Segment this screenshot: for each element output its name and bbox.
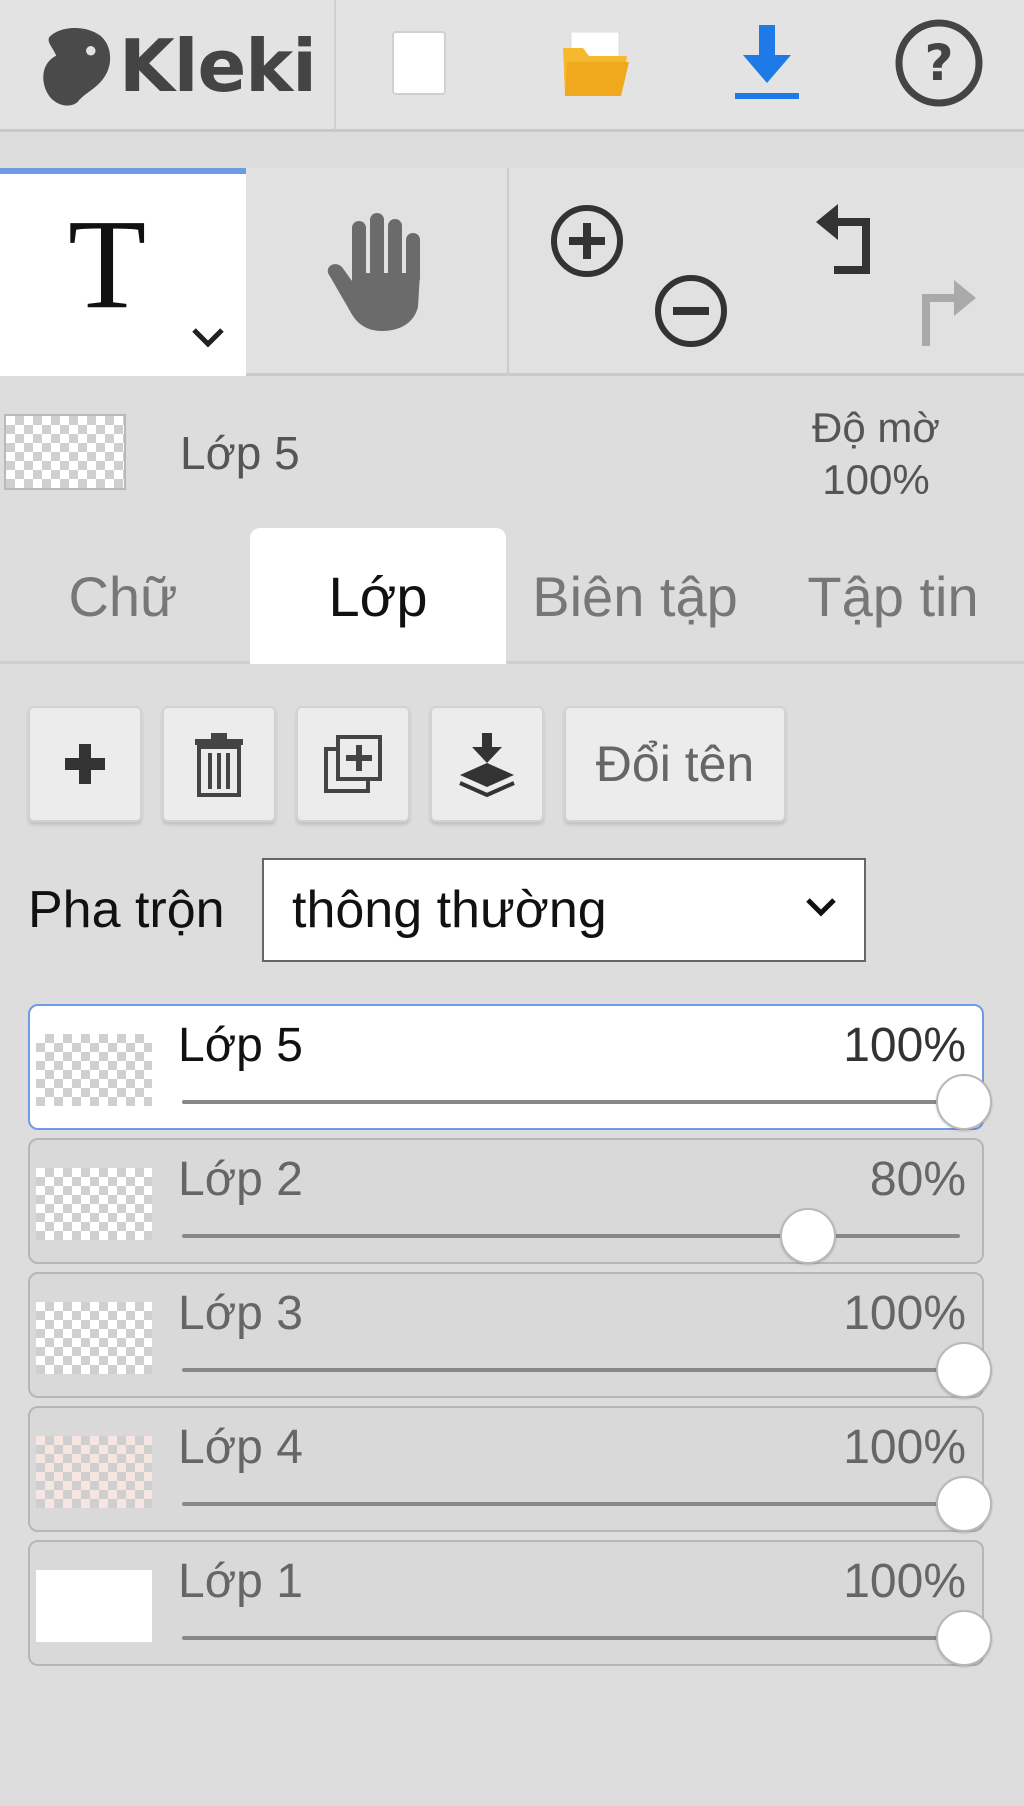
layer-opacity: 100%	[843, 1019, 966, 1072]
opacity-slider-knob[interactable]	[779, 1208, 836, 1264]
zoom-in-icon[interactable]	[548, 202, 626, 280]
top-bar: Kleki ?	[0, 0, 1024, 132]
redo-icon[interactable]	[908, 270, 984, 350]
opacity-slider-track[interactable]	[182, 1368, 960, 1372]
layer-row[interactable]: Lớp 1 100%	[28, 1540, 992, 1666]
add-layer-icon	[65, 744, 105, 784]
layer-name: Lớp 1	[178, 1555, 303, 1608]
trash-icon	[195, 733, 243, 797]
topbar-divider	[334, 0, 336, 130]
zoom-out-icon[interactable]	[652, 272, 730, 350]
duplicate-layer-button[interactable]	[296, 706, 410, 822]
undo-icon[interactable]	[808, 200, 884, 280]
layer-thumbnail	[36, 1302, 152, 1374]
layer-row[interactable]: Lớp 4 100%	[28, 1406, 992, 1532]
tool-divider	[507, 168, 509, 376]
opacity-slider-track[interactable]	[182, 1100, 960, 1104]
rename-layer-button[interactable]: Đổi tên	[564, 706, 786, 822]
hand-tool-button[interactable]	[246, 168, 508, 376]
layer-name: Lớp 5	[178, 1019, 303, 1072]
layer-opacity: 100%	[843, 1287, 966, 1340]
svg-text:?: ?	[924, 34, 953, 92]
layer-thumbnail	[36, 1168, 152, 1240]
layer-thumbnail	[36, 1436, 152, 1508]
blend-mode-label: Pha trộn	[28, 881, 225, 939]
hand-icon	[327, 213, 420, 331]
tool-row: T	[0, 168, 1024, 376]
current-layer-name: Lớp 5	[180, 427, 300, 479]
new-file-icon	[392, 31, 446, 95]
text-tool-button[interactable]: T	[0, 168, 246, 376]
open-folder-icon	[563, 31, 629, 96]
layer-opacity: 100%	[843, 1555, 966, 1608]
layer-row[interactable]: Lớp 5 100%	[28, 1004, 992, 1130]
chevron-down-icon[interactable]	[190, 324, 226, 348]
opacity-label: Độ mờ	[812, 404, 940, 451]
merge-down-icon	[459, 733, 515, 797]
layer-row[interactable]: Lớp 3 100%	[28, 1272, 992, 1398]
opacity-slider-knob[interactable]	[936, 1074, 992, 1130]
help-button[interactable]: ?	[884, 8, 994, 118]
layer-thumbnail	[36, 1570, 152, 1642]
tab-file[interactable]: Tập tin	[780, 528, 1006, 664]
chevron-down-icon	[806, 898, 836, 917]
opacity-slider-track[interactable]	[182, 1502, 960, 1506]
opacity-value: 100%	[822, 456, 930, 503]
kleki-logo-icon	[43, 27, 111, 106]
current-layer-thumbnail	[4, 414, 126, 490]
layer-thumbnail	[36, 1034, 152, 1106]
layer-name: Lớp 2	[178, 1153, 303, 1206]
layer-name: Lớp 4	[178, 1421, 303, 1474]
current-layer-info: Lớp 5 Độ mờ 100%	[0, 378, 1024, 528]
merge-down-button[interactable]	[430, 706, 544, 822]
text-tool-icon: T	[68, 193, 147, 335]
opacity-slider-knob[interactable]	[936, 1610, 992, 1666]
blend-mode-value: thông thường	[292, 881, 607, 939]
layer-opacity: 80%	[869, 1153, 966, 1206]
tab-layers[interactable]: Lớp	[250, 528, 506, 664]
blend-mode-select[interactable]: thông thường	[262, 858, 866, 962]
layer-row[interactable]: Lớp 2 80%	[28, 1138, 984, 1264]
opacity-slider-knob[interactable]	[936, 1476, 992, 1532]
opacity-slider-knob[interactable]	[936, 1342, 992, 1398]
opacity-slider-track[interactable]	[182, 1234, 960, 1238]
tab-edit[interactable]: Biên tập	[510, 528, 760, 664]
app-name: Kleki	[119, 24, 317, 108]
current-layer-opacity: Độ mờ 100%	[776, 402, 976, 506]
download-icon	[735, 25, 799, 99]
open-file-button[interactable]	[540, 8, 650, 118]
help-icon: ?	[895, 19, 983, 107]
tab-text[interactable]: Chữ	[0, 528, 246, 664]
opacity-slider-track[interactable]	[182, 1636, 960, 1640]
new-file-button[interactable]	[364, 8, 474, 118]
duplicate-layer-icon	[324, 735, 382, 793]
layer-name: Lớp 3	[178, 1287, 303, 1340]
delete-layer-button[interactable]	[162, 706, 276, 822]
download-button[interactable]	[712, 8, 822, 118]
app-logo[interactable]: Kleki	[30, 12, 336, 120]
layer-opacity: 100%	[843, 1421, 966, 1474]
tab-bar: Chữ Lớp Biên tập Tập tin	[0, 528, 1024, 664]
add-layer-button[interactable]	[28, 706, 142, 822]
